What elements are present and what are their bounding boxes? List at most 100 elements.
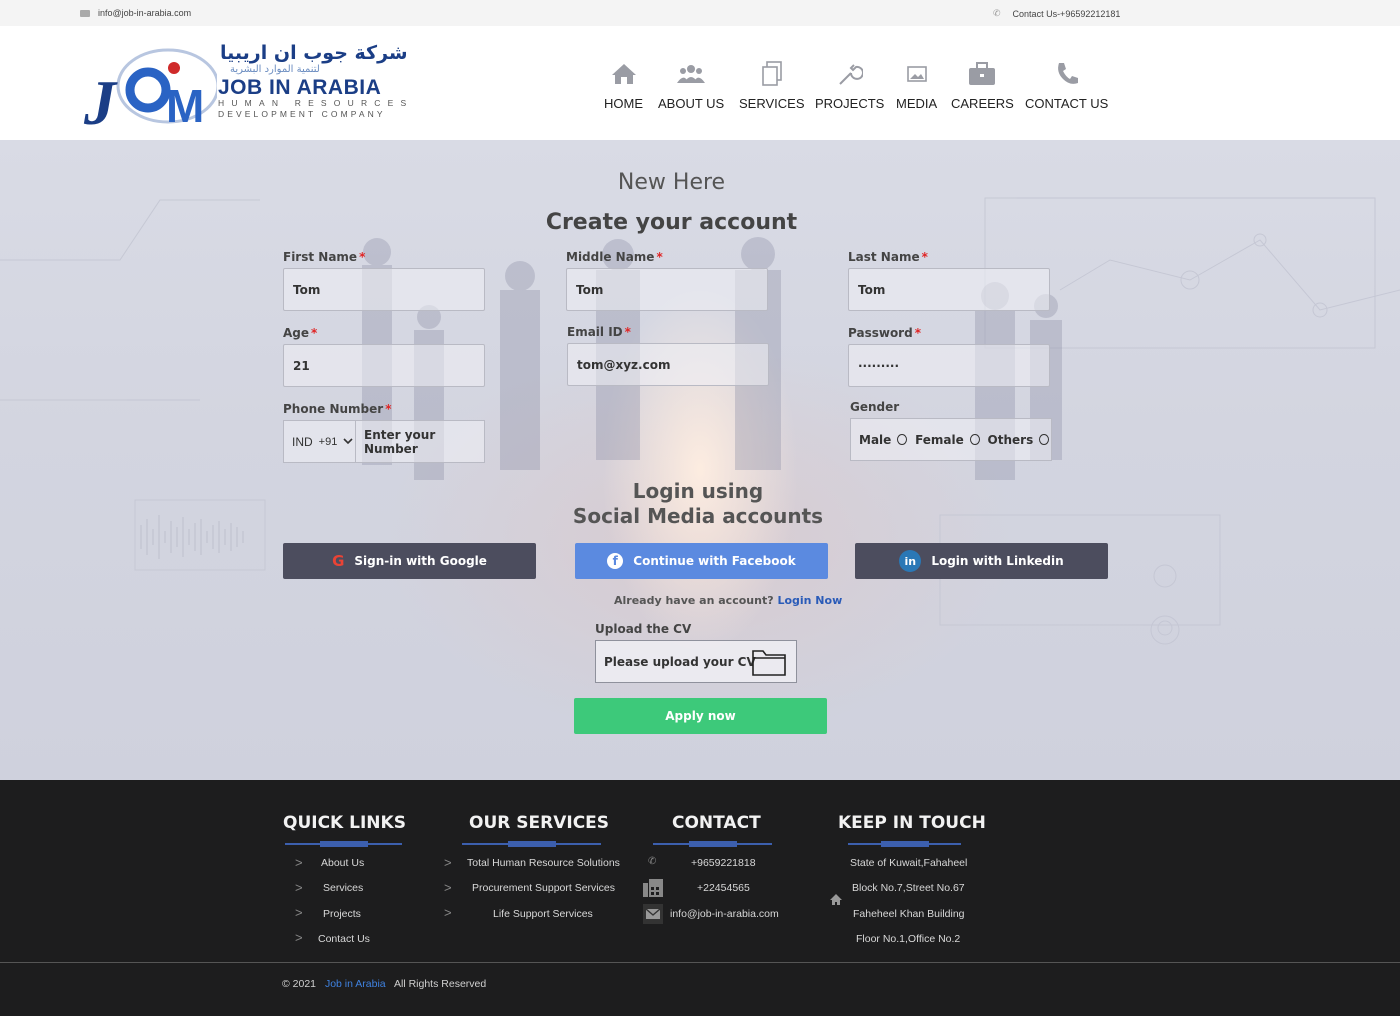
logo[interactable]: J M شركة جوب ان اريبيا لتنمية الموارد ال…	[82, 42, 408, 130]
footer-link-services[interactable]: Services	[323, 882, 363, 894]
phone-icon	[1054, 60, 1080, 88]
tech-background-graphic	[0, 197, 1400, 645]
nav-about[interactable]: ABOUT US	[658, 60, 724, 111]
signup-hero: New Here Create your account First Name *…	[0, 140, 1400, 780]
footer-divider	[0, 962, 1400, 963]
topbar-email[interactable]: info@job-in-arabia.com	[80, 8, 191, 18]
footer-link-projects[interactable]: Projects	[323, 908, 361, 920]
briefcase-icon	[968, 60, 996, 88]
apply-now-button[interactable]: Apply now	[574, 698, 827, 734]
google-signin-label: Sign-in with Google	[354, 554, 487, 568]
logo-line2: DEVELOPMENT COMPANY	[218, 109, 386, 119]
already-account-label: Already have an account?	[614, 594, 774, 607]
phone-label-text: Phone Number	[283, 402, 384, 416]
email-value: tom@xyz.com	[577, 357, 671, 372]
nav-contact[interactable]: CONTACT US	[1025, 60, 1108, 111]
chevron-right-icon: >	[444, 905, 452, 920]
jim-logo-mark: J M	[83, 48, 217, 130]
required-mark: *	[385, 402, 392, 416]
nav-projects[interactable]: PROJECTS	[815, 60, 884, 111]
copyright-year: © 2021	[282, 978, 317, 990]
address-line-1: State of Kuwait,Fahaheel	[850, 857, 968, 869]
contact-title: CONTACT	[672, 813, 761, 833]
gender-male-radio[interactable]	[897, 434, 908, 445]
keep-in-touch-title: KEEP IN TOUCH	[838, 813, 986, 833]
linkedin-signin-button[interactable]: in Login with Linkedin	[855, 543, 1108, 579]
nav-media[interactable]: MEDIA	[896, 60, 937, 111]
required-mark: *	[624, 325, 631, 339]
last-name-value: Tom	[858, 282, 886, 297]
required-mark: *	[656, 250, 663, 264]
footer-email[interactable]: info@job-in-arabia.com	[670, 908, 779, 920]
copyright-brand-link[interactable]: Job in Arabia	[325, 978, 386, 990]
upload-cv-input[interactable]: Please upload your CV	[595, 640, 797, 683]
nav-home[interactable]: HOME	[604, 60, 643, 111]
footer-service-3[interactable]: Life Support Services	[493, 908, 593, 920]
first-name-label: First Name *	[283, 250, 365, 264]
phone-placeholder: Enter your Number	[364, 427, 436, 456]
home-icon	[611, 60, 637, 88]
first-name-value: Tom	[293, 282, 321, 297]
middle-name-input[interactable]: Tom	[566, 268, 768, 311]
gender-male-label: Male	[859, 432, 892, 447]
nav-media-label: MEDIA	[896, 96, 938, 111]
site-header: J M شركة جوب ان اريبيا لتنمية الموارد ال…	[0, 26, 1400, 140]
address-line-3: Faheheel Khan Building	[853, 908, 965, 920]
google-signin-button[interactable]: G Sign-in with Google	[283, 543, 536, 579]
required-mark: *	[311, 326, 318, 340]
social-title-line2: Social Media accounts	[572, 504, 824, 528]
contact-underline	[653, 841, 772, 847]
copy-icon	[761, 60, 783, 88]
facebook-icon: f	[607, 553, 624, 569]
chevron-right-icon: >	[444, 880, 452, 895]
country-code: IND	[292, 434, 313, 449]
chevron-right-icon: >	[444, 855, 452, 870]
linkedin-signin-label: Login with Linkedin	[931, 554, 1064, 568]
nav-services-label: SERVICES	[739, 96, 805, 111]
facebook-signin-label: Continue with Facebook	[633, 554, 796, 568]
topbar-phone[interactable]: ✆ Contact Us-+96592212181	[993, 8, 1120, 19]
age-input[interactable]: 21	[283, 344, 485, 387]
last-name-input[interactable]: Tom	[848, 268, 1050, 311]
form-subheading: Create your account	[545, 210, 798, 235]
social-title-line1: Login using	[632, 479, 764, 503]
topbar-email-text: info@job-in-arabia.com	[98, 8, 192, 18]
phone-field: IND +91 Enter your Number	[283, 420, 485, 463]
nav-services[interactable]: SERVICES	[739, 60, 805, 111]
quick-links-title: QUICK LINKS	[283, 813, 406, 833]
nav-home-label: HOME	[604, 96, 643, 111]
first-name-label-text: First Name	[283, 250, 358, 264]
copyright: © 2021 Job in Arabia All Rights Reserved	[282, 978, 486, 990]
phone-number-input[interactable]: Enter your Number	[356, 421, 484, 462]
wrench-icon	[837, 60, 863, 88]
gender-label: Gender	[850, 400, 900, 414]
footer-service-2[interactable]: Procurement Support Services	[472, 882, 615, 894]
first-name-input[interactable]: Tom	[283, 268, 485, 311]
chevron-right-icon: >	[295, 855, 303, 870]
nav-careers[interactable]: CAREERS	[951, 60, 1014, 111]
folder-icon[interactable]	[751, 647, 787, 677]
country-code-select[interactable]: IND +91	[284, 421, 356, 462]
password-input[interactable]: ·········	[848, 344, 1050, 387]
footer-service-1[interactable]: Total Human Resource Solutions	[467, 857, 620, 869]
google-icon: G	[332, 552, 345, 570]
logo-arabic: شركة جوب ان اريبيا	[220, 42, 408, 64]
facebook-signin-button[interactable]: f Continue with Facebook	[575, 543, 828, 579]
middle-name-value: Tom	[576, 282, 604, 297]
gender-others-radio[interactable]	[1039, 434, 1049, 445]
mail-icon	[643, 904, 663, 924]
footer-phone[interactable]: +9659221818	[691, 857, 756, 869]
age-label: Age *	[283, 326, 317, 340]
login-now-link[interactable]: Login Now	[777, 594, 842, 607]
gender-female-radio[interactable]	[969, 434, 980, 445]
chevron-down-icon	[343, 438, 353, 445]
footer-link-contact[interactable]: Contact Us	[318, 933, 370, 945]
copyright-rights: All Rights Reserved	[394, 978, 487, 990]
email-label: Email ID *	[567, 325, 631, 339]
footer-link-about[interactable]: About Us	[321, 857, 364, 869]
address-line-2: Block No.7,Street No.67	[852, 882, 965, 894]
svg-text:J: J	[83, 67, 118, 130]
email-input[interactable]: tom@xyz.com	[567, 343, 769, 386]
gender-options: Male Female Others	[850, 418, 1052, 461]
upload-cv-label: Upload the CV	[595, 622, 692, 636]
